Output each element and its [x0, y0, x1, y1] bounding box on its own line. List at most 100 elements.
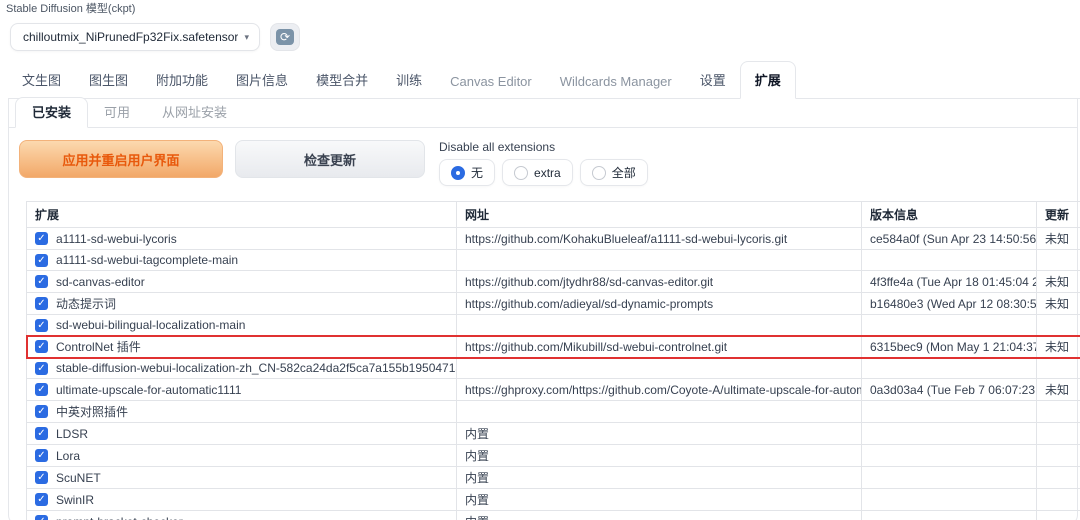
extension-enabled-checkbox[interactable]: ✓: [35, 427, 48, 440]
tab-图片信息[interactable]: 图片信息: [222, 62, 302, 98]
tab-文生图[interactable]: 文生图: [8, 62, 75, 98]
extension-name: a1111-sd-webui-tagcomplete-main: [56, 253, 239, 267]
extension-enabled-checkbox[interactable]: ✓: [35, 318, 48, 332]
extension-enabled-checkbox[interactable]: ✓: [35, 383, 48, 396]
extension-enabled-checkbox[interactable]: ✓: [35, 493, 48, 506]
extension-enabled-checkbox[interactable]: ✓: [35, 232, 48, 245]
extension-name: 动态提示词: [56, 297, 117, 311]
chevron-down-icon: ▾: [244, 31, 249, 42]
extension-name: prompt-bracket-checker: [56, 515, 183, 520]
extension-name: ScuNET: [56, 470, 101, 485]
extension-name-cell: ✓ sd-canvas-editor: [26, 270, 457, 293]
extension-name-cell: ✓ ultimate-upscale-for-automatic1111: [26, 378, 457, 401]
apply-restart-button[interactable]: 应用并重启用户界面: [19, 140, 223, 178]
check-updates-button[interactable]: 检查更新: [235, 140, 425, 178]
extension-row: ✓ LDSR 内置: [26, 422, 1080, 445]
extension-url-cell: https://github.com/KohakuBlueleaf/a1111-…: [456, 227, 862, 250]
radio-icon: [514, 165, 529, 180]
extension-enabled-checkbox[interactable]: ✓: [35, 515, 48, 520]
extension-name-cell: ✓ sd-webui-bilingual-localization-main: [26, 314, 457, 336]
extension-version-cell: [861, 314, 1037, 336]
column-header: 版本信息: [861, 201, 1037, 228]
extension-row: ✓ SwinIR 内置: [26, 488, 1080, 511]
extension-name-cell: ✓ Lora: [26, 444, 457, 467]
refresh-model-button[interactable]: ⟳: [270, 23, 300, 51]
extension-name-cell: ✓ ScuNET: [26, 466, 457, 489]
extensions-controls: 应用并重启用户界面 检查更新 Disable all extensions 无 e…: [9, 128, 1077, 186]
extension-enabled-checkbox[interactable]: ✓: [35, 297, 48, 310]
extension-url-cell: 内置: [456, 444, 862, 467]
model-label: Stable Diffusion 模型(ckpt): [6, 3, 136, 15]
extension-url-cell: 内置: [456, 422, 862, 445]
sub-tab-已安装[interactable]: 已安装: [15, 97, 89, 128]
extension-name-cell: ✓ a1111-sd-webui-lycoris: [26, 227, 457, 250]
extension-url-cell: [456, 400, 862, 423]
sub-tab-可用[interactable]: 可用: [88, 98, 146, 127]
extension-enabled-checkbox[interactable]: ✓: [35, 340, 48, 353]
extension-name-cell: ✓ ControlNet 插件: [26, 335, 457, 358]
tab-扩展[interactable]: 扩展: [739, 61, 796, 99]
tab-附加功能[interactable]: 附加功能: [142, 62, 222, 98]
extension-enabled-checkbox[interactable]: ✓: [35, 471, 48, 484]
extension-row: ✓ 中英对照插件: [26, 400, 1080, 423]
tab-图生图[interactable]: 图生图: [75, 62, 142, 98]
extension-version-cell: 4f3ffe4a (Tue Apr 18 01:45:04 2023): [861, 270, 1037, 293]
extension-name: ControlNet 插件: [56, 340, 141, 354]
extension-row: ✓ prompt-bracket-checker 内置: [26, 510, 1080, 520]
extensions-table: 扩展 网址 版本信息 更新 ✓ a1111-sd-webui-lycoris https:…: [25, 201, 1080, 520]
radio-option-全部[interactable]: 全部: [579, 159, 648, 186]
extension-url-cell: https://github.com/Mikubill/sd-webui-con…: [456, 335, 862, 358]
extension-name: ultimate-upscale-for-automatic1111: [56, 382, 242, 397]
table-header-row: 扩展 网址 版本信息 更新: [26, 201, 1080, 228]
model-dropdown-value: chilloutmix_NiPrunedFp32Fix.safetensors …: [23, 30, 239, 44]
tab-训练[interactable]: 训练: [382, 62, 436, 98]
tab-设置[interactable]: 设置: [686, 62, 740, 98]
extension-row: ✓ stable-diffusion-webui-localization-zh_…: [26, 357, 1080, 379]
extension-name: stable-diffusion-webui-localization-zh_C…: [56, 361, 456, 375]
extension-enabled-checkbox[interactable]: ✓: [35, 449, 48, 462]
extension-row: ✓ ControlNet 插件 https://github.com/Mikubil…: [25, 334, 1080, 359]
extension-name: LDSR: [56, 426, 89, 441]
extension-url-cell: [456, 249, 862, 271]
radio-option-label: extra: [534, 165, 561, 180]
extension-url-cell: 内置: [456, 466, 862, 489]
tab-canvas-editor[interactable]: Canvas Editor: [436, 66, 546, 98]
extension-row: ✓ a1111-sd-webui-tagcomplete-main: [26, 249, 1080, 271]
extension-name-cell: ✓ LDSR: [26, 422, 457, 445]
radio-icon: [591, 165, 606, 180]
extension-row: ✓ sd-webui-bilingual-localization-main: [26, 314, 1080, 336]
extension-version-cell: [861, 357, 1037, 379]
extension-update-cell: [1036, 357, 1080, 379]
extension-enabled-checkbox[interactable]: ✓: [35, 275, 48, 288]
extension-version-cell: [861, 249, 1037, 271]
disable-extensions-group: Disable all extensions 无 extra 全部: [439, 140, 648, 186]
extension-enabled-checkbox[interactable]: ✓: [35, 361, 48, 375]
extension-update-cell: [1036, 444, 1080, 467]
extension-name: a1111-sd-webui-lycoris: [56, 231, 177, 246]
extension-row: ✓ 动态提示词 https://github.com/adieyal/sd-dyna…: [26, 292, 1080, 315]
model-selector-block: Stable Diffusion 模型(ckpt) chilloutmix_Ni…: [0, 0, 1080, 51]
stable-diffusion-webui-page: Stable Diffusion 模型(ckpt) chilloutmix_Ni…: [0, 0, 1080, 520]
extension-enabled-checkbox[interactable]: ✓: [35, 405, 48, 418]
radio-option-无[interactable]: 无: [439, 159, 496, 186]
tab-wildcards-manager[interactable]: Wildcards Manager: [546, 66, 686, 98]
extension-name-cell: ✓ 动态提示词: [26, 292, 457, 315]
sub-tab-从网址安装[interactable]: 从网址安装: [146, 98, 243, 127]
extension-name-cell: ✓ a1111-sd-webui-tagcomplete-main: [26, 249, 457, 271]
radio-option-extra[interactable]: extra: [502, 159, 573, 186]
extension-name: Lora: [56, 448, 81, 463]
extension-version-cell: [861, 466, 1037, 489]
extension-row: ✓ Lora 内置: [26, 444, 1080, 467]
extension-version-cell: 6315bec9 (Mon May 1 21:04:37 2023): [861, 335, 1037, 358]
main-tab-bar: 文生图 图生图 附加功能 图片信息 模型合并 训练 Canvas Editor Wildcar…: [8, 61, 1080, 99]
model-dropdown[interactable]: chilloutmix_NiPrunedFp32Fix.safetensors …: [10, 23, 260, 51]
extension-name: sd-webui-bilingual-localization-main: [56, 318, 246, 332]
extension-update-cell: [1036, 249, 1080, 271]
extension-enabled-checkbox[interactable]: ✓: [35, 253, 48, 267]
extension-name: 中英对照插件: [56, 405, 129, 419]
extension-version-cell: [861, 422, 1037, 445]
extension-name-cell: ✓ 中英对照插件: [26, 400, 457, 423]
tab-模型合并[interactable]: 模型合并: [302, 62, 382, 98]
radio-option-label: 无: [471, 166, 484, 180]
extension-url-cell: [456, 357, 862, 379]
